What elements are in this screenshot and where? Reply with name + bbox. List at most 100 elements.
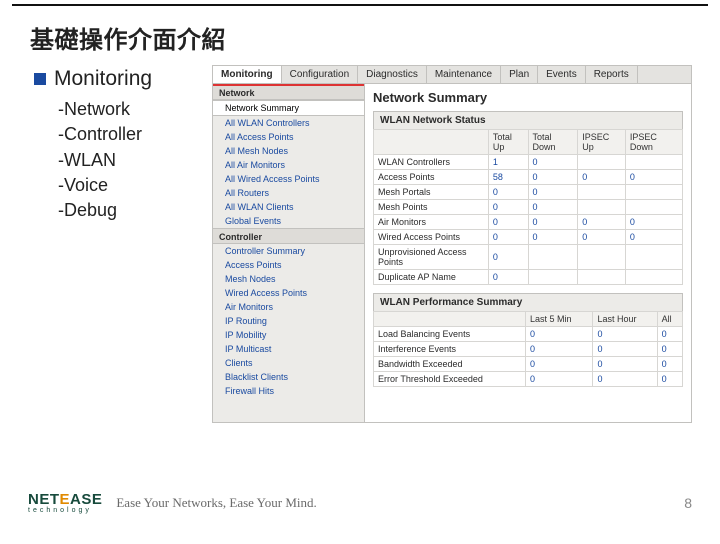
tab-plan[interactable]: Plan xyxy=(501,66,538,83)
sidebar-item-firewall-hits[interactable]: Firewall Hits xyxy=(213,384,364,398)
sidebar-item-network-summary[interactable]: Network Summary xyxy=(213,100,364,116)
table-row: Duplicate AP Name0 xyxy=(374,270,683,285)
row-value[interactable]: 0 xyxy=(528,185,578,200)
row-value[interactable]: 0 xyxy=(488,200,528,215)
tab-diagnostics[interactable]: Diagnostics xyxy=(358,66,427,83)
perf-heading: WLAN Performance Summary xyxy=(373,293,683,311)
row-value xyxy=(625,245,682,270)
row-value xyxy=(578,270,626,285)
sidebar-item-air-monitors[interactable]: Air Monitors xyxy=(213,300,364,314)
main-title: Network Summary xyxy=(373,90,683,105)
row-value[interactable]: 0 xyxy=(488,215,528,230)
table-row: Bandwidth Exceeded000 xyxy=(374,357,683,372)
sidebar-item-ip-mobility[interactable]: IP Mobility xyxy=(213,328,364,342)
row-value[interactable]: 0 xyxy=(526,357,593,372)
row-value[interactable]: 0 xyxy=(488,270,528,285)
tab-configuration[interactable]: Configuration xyxy=(282,66,358,83)
table-row: Load Balancing Events000 xyxy=(374,327,683,342)
sidebar-section-network: Network xyxy=(213,84,364,100)
row-value[interactable]: 0 xyxy=(488,185,528,200)
table-row: WLAN Controllers10 xyxy=(374,155,683,170)
tab-events[interactable]: Events xyxy=(538,66,586,83)
status-col-total-down: Total Down xyxy=(528,130,578,155)
row-value[interactable]: 0 xyxy=(657,372,682,387)
row-value[interactable]: 0 xyxy=(625,215,682,230)
page-number: 8 xyxy=(684,495,692,511)
logo-text-trailing: ASE xyxy=(70,491,102,508)
table-row: Error Threshold Exceeded000 xyxy=(374,372,683,387)
sidebar-item-ip-routing[interactable]: IP Routing xyxy=(213,314,364,328)
tab-maintenance[interactable]: Maintenance xyxy=(427,66,501,83)
sidebar-item-all-mesh-nodes[interactable]: All Mesh Nodes xyxy=(213,144,364,158)
embedded-admin-ui: Monitoring Configuration Diagnostics Mai… xyxy=(212,65,692,423)
row-value[interactable]: 0 xyxy=(526,372,593,387)
row-value[interactable]: 0 xyxy=(488,230,528,245)
sidebar-item-all-wlan-controllers[interactable]: All WLAN Controllers xyxy=(213,116,364,130)
sidebar-item-clients[interactable]: Clients xyxy=(213,356,364,370)
status-table: Total Up Total Down IPSEC Up IPSEC Down … xyxy=(373,129,683,285)
row-value xyxy=(528,270,578,285)
status-col-total-up: Total Up xyxy=(488,130,528,155)
table-row: Mesh Portals00 xyxy=(374,185,683,200)
sidebar-item-wired-access-points[interactable]: Wired Access Points xyxy=(213,286,364,300)
status-col-blank xyxy=(374,130,489,155)
sidebar-section-controller: Controller xyxy=(213,228,364,244)
row-value[interactable]: 0 xyxy=(593,342,657,357)
table-row: Air Monitors0000 xyxy=(374,215,683,230)
row-value[interactable]: 0 xyxy=(578,170,626,185)
table-row: Unprovisioned Access Points0 xyxy=(374,245,683,270)
sidebar-item-controller-summary[interactable]: Controller Summary xyxy=(213,244,364,258)
table-row: Access Points58000 xyxy=(374,170,683,185)
row-value[interactable]: 0 xyxy=(578,215,626,230)
perf-table: Last 5 Min Last Hour All Load Balancing … xyxy=(373,311,683,387)
row-value[interactable]: 58 xyxy=(488,170,528,185)
sidebar-item-all-wlan-clients[interactable]: All WLAN Clients xyxy=(213,200,364,214)
sidebar-item-all-air-monitors[interactable]: All Air Monitors xyxy=(213,158,364,172)
sidebar-item-global-events[interactable]: Global Events xyxy=(213,214,364,228)
row-value[interactable]: 0 xyxy=(657,357,682,372)
sidebar-item-all-access-points[interactable]: All Access Points xyxy=(213,130,364,144)
row-value[interactable]: 0 xyxy=(528,155,578,170)
tab-reports[interactable]: Reports xyxy=(586,66,638,83)
sidebar-item-mesh-nodes[interactable]: Mesh Nodes xyxy=(213,272,364,286)
row-label: Wired Access Points xyxy=(374,230,489,245)
status-heading: WLAN Network Status xyxy=(373,111,683,129)
row-value[interactable]: 0 xyxy=(488,245,528,270)
ui-tab-bar: Monitoring Configuration Diagnostics Mai… xyxy=(212,65,692,83)
bullet-monitoring: Monitoring xyxy=(54,67,152,91)
row-label: Unprovisioned Access Points xyxy=(374,245,489,270)
square-bullet-icon xyxy=(34,73,46,85)
row-value[interactable]: 0 xyxy=(526,342,593,357)
row-value[interactable]: 0 xyxy=(528,230,578,245)
sidebar-item-blacklist-clients[interactable]: Blacklist Clients xyxy=(213,370,364,384)
row-value[interactable]: 0 xyxy=(593,357,657,372)
row-value[interactable]: 1 xyxy=(488,155,528,170)
row-value[interactable]: 0 xyxy=(625,170,682,185)
row-value xyxy=(578,155,626,170)
row-label: Bandwidth Exceeded xyxy=(374,357,526,372)
row-value xyxy=(625,270,682,285)
sidebar-item-ip-multicast[interactable]: IP Multicast xyxy=(213,342,364,356)
sidebar-item-access-points[interactable]: Access Points xyxy=(213,258,364,272)
perf-col-blank xyxy=(374,312,526,327)
row-value[interactable]: 0 xyxy=(526,327,593,342)
row-value[interactable]: 0 xyxy=(625,230,682,245)
sidebar-item-all-wired-access-points[interactable]: All Wired Access Points xyxy=(213,172,364,186)
tab-monitoring[interactable]: Monitoring xyxy=(213,66,282,83)
row-value[interactable]: 0 xyxy=(528,170,578,185)
table-row: Wired Access Points0000 xyxy=(374,230,683,245)
sidebar-item-all-routers[interactable]: All Routers xyxy=(213,186,364,200)
row-value[interactable]: 0 xyxy=(593,327,657,342)
perf-col-all: All xyxy=(657,312,682,327)
row-value[interactable]: 0 xyxy=(657,327,682,342)
row-label: Mesh Portals xyxy=(374,185,489,200)
row-value[interactable]: 0 xyxy=(593,372,657,387)
row-value[interactable]: 0 xyxy=(578,230,626,245)
row-label: WLAN Controllers xyxy=(374,155,489,170)
row-value[interactable]: 0 xyxy=(528,200,578,215)
row-value xyxy=(578,185,626,200)
row-value[interactable]: 0 xyxy=(528,215,578,230)
row-value[interactable]: 0 xyxy=(657,342,682,357)
row-label: Duplicate AP Name xyxy=(374,270,489,285)
table-row: Mesh Points00 xyxy=(374,200,683,215)
